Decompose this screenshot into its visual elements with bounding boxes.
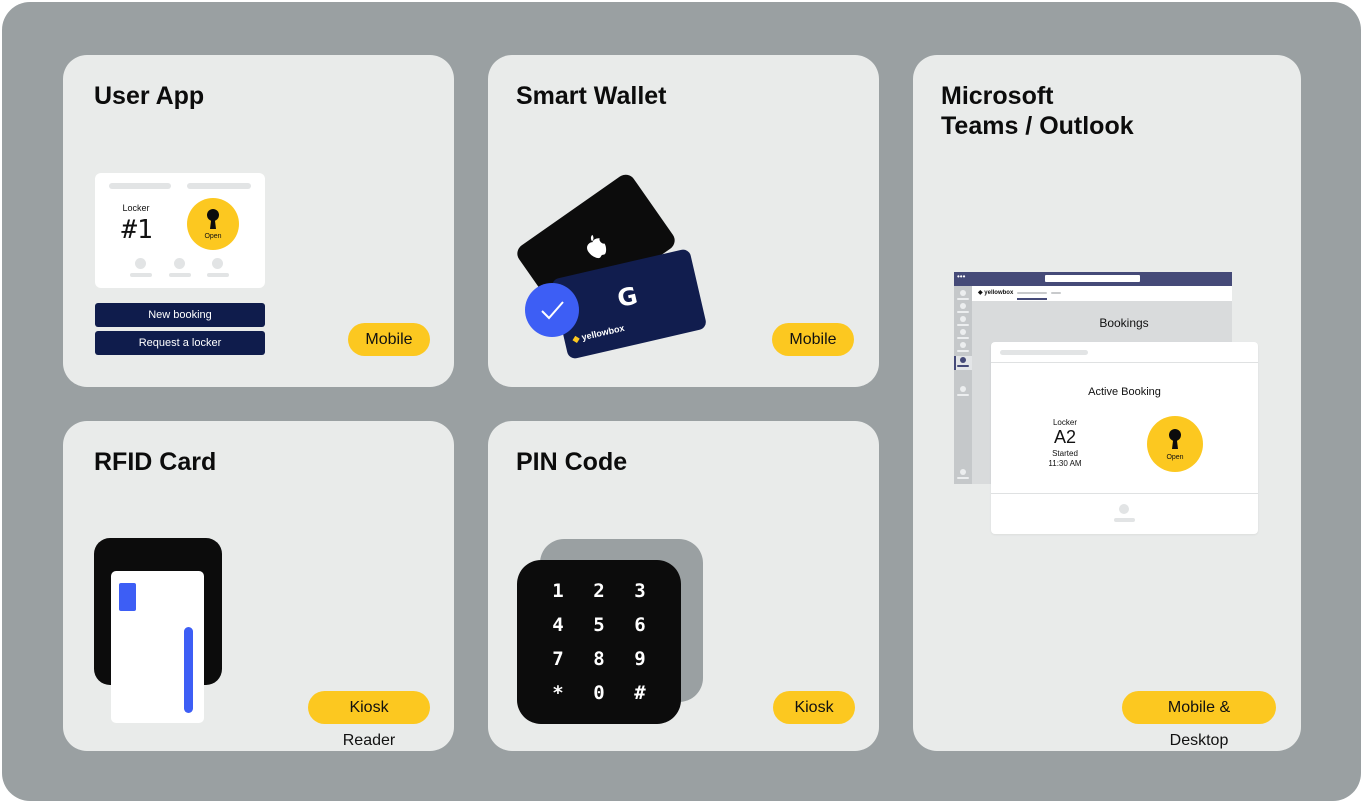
keypad-key-star[interactable]: * — [538, 682, 578, 704]
user-app-card[interactable]: User App Locker #1 Open New booking Requ… — [63, 55, 454, 387]
window-dots-icon: ••• — [957, 272, 966, 281]
keypad-key-5[interactable]: 5 — [579, 614, 619, 636]
pin-keypad: 1 2 3 4 5 6 7 8 9 * 0 # — [517, 560, 681, 724]
placeholder-bar — [109, 183, 171, 189]
nav-dot-icon — [174, 258, 185, 269]
card-title: User App — [94, 82, 205, 110]
sidebar-line — [957, 337, 969, 339]
active-tab-underline — [1017, 298, 1047, 300]
tab[interactable] — [1051, 292, 1061, 294]
nav-bar — [130, 273, 152, 277]
user-bar — [1114, 518, 1135, 522]
active-booking-title: Active Booking — [1088, 386, 1161, 398]
locker-id: A2 — [1053, 427, 1077, 447]
check-badge — [525, 283, 579, 337]
placeholder-bar — [187, 183, 251, 189]
rfid-card-graphic — [111, 571, 204, 723]
window-search-bar — [1045, 275, 1140, 282]
platform-badge: Mobile — [348, 323, 430, 356]
sidebar-dot-icon — [960, 303, 966, 309]
yellowbox-logo: ◆ yellowbox — [571, 323, 625, 346]
locker-label: Locker — [1052, 418, 1077, 427]
keypad-key-0[interactable]: 0 — [579, 682, 619, 704]
teams-outlook-card[interactable]: Microsoft Teams / Outlook ••• ◆ yellowbo… — [913, 55, 1301, 751]
title-line-1: Microsoft — [941, 82, 1054, 110]
keypad-key-7[interactable]: 7 — [538, 648, 578, 670]
started-label: Started — [1052, 449, 1078, 458]
sidebar-dot-icon — [960, 386, 966, 392]
open-label: Open — [204, 233, 222, 240]
window-titlebar: ••• — [954, 272, 1232, 286]
platform-badge: Kiosk — [773, 691, 855, 724]
google-icon: G — [614, 281, 641, 314]
keypad-key-8[interactable]: 8 — [579, 648, 619, 670]
open-lock-button[interactable]: Open — [1147, 416, 1203, 472]
title-line-2: Teams / Outlook — [941, 112, 1134, 140]
panel-divider — [991, 493, 1258, 494]
open-label: Open — [1166, 454, 1184, 461]
sidebar-active-item — [954, 356, 972, 370]
apple-icon — [587, 234, 607, 259]
logo-icon: ◆ — [978, 290, 983, 296]
keypad-key-6[interactable]: 6 — [620, 614, 660, 636]
keypad-key-3[interactable]: 3 — [620, 580, 660, 602]
new-booking-button[interactable]: New booking — [95, 303, 265, 327]
platform-badge: Kiosk Reader — [308, 691, 430, 749]
card-chip — [119, 583, 136, 611]
platform-badge: Mobile & Desktop — [1122, 691, 1276, 749]
window-sidebar — [954, 286, 972, 484]
active-booking-panel: Active Booking Locker A2 Started 11:30 A… — [991, 342, 1258, 534]
nav-bar — [207, 273, 229, 277]
pin-code-card[interactable]: PIN Code 1 2 3 4 5 6 7 8 9 * 0 # Kiosk — [488, 421, 879, 751]
locker-number: #1 — [121, 215, 153, 245]
request-locker-button[interactable]: Request a locker — [95, 331, 265, 355]
nav-dot-icon — [135, 258, 146, 269]
app-tab-bar: ◆ yellowbox — [972, 286, 1232, 301]
sidebar-dot-icon — [960, 329, 966, 335]
check-icon — [541, 301, 564, 320]
sidebar-dot-icon — [960, 469, 966, 475]
sidebar-dot-icon — [960, 290, 966, 296]
card-stripe — [184, 627, 193, 713]
sidebar-dot-icon — [960, 316, 966, 322]
smart-wallet-card[interactable]: Smart Wallet G ◆ yellowbox Mobile — [488, 55, 879, 387]
sidebar-dot-icon — [960, 357, 966, 363]
sidebar-line — [957, 324, 969, 326]
sidebar-dot-icon — [960, 342, 966, 348]
bookings-heading: Bookings — [1099, 316, 1149, 330]
card-title: Smart Wallet — [516, 82, 667, 110]
rfid-card[interactable]: RFID Card Kiosk Reader — [63, 421, 454, 751]
keypad-key-hash[interactable]: # — [620, 682, 660, 704]
sidebar-line — [957, 311, 969, 313]
card-title: Microsoft Teams / Outlook — [941, 81, 1134, 141]
keypad-key-2[interactable]: 2 — [579, 580, 619, 602]
nav-dot-icon — [212, 258, 223, 269]
phone-screen: Locker #1 Open — [95, 173, 265, 288]
sidebar-line — [957, 394, 969, 396]
sidebar-line — [957, 350, 969, 352]
sidebar-line — [957, 365, 969, 367]
brand-name: yellowbox — [984, 290, 1014, 296]
nav-bar — [169, 273, 191, 277]
platform-badge: Mobile — [772, 323, 854, 356]
app-brand: ◆ yellowbox — [978, 289, 1013, 296]
sidebar-line — [957, 298, 969, 300]
brand-name: yellowbox — [580, 322, 626, 343]
keypad-key-1[interactable]: 1 — [538, 580, 578, 602]
card-title: PIN Code — [516, 448, 628, 476]
user-icon — [1119, 504, 1129, 514]
open-lock-button[interactable]: Open — [187, 198, 239, 250]
panel-divider — [991, 362, 1258, 363]
keypad-key-4[interactable]: 4 — [538, 614, 578, 636]
keypad-key-9[interactable]: 9 — [620, 648, 660, 670]
locker-label: Locker — [122, 203, 150, 213]
started-time: 11:30 AM — [1048, 459, 1082, 468]
card-title: RFID Card — [94, 448, 217, 476]
sidebar-line — [957, 477, 969, 479]
placeholder-bar — [1000, 350, 1088, 355]
active-tab[interactable] — [1017, 292, 1047, 294]
